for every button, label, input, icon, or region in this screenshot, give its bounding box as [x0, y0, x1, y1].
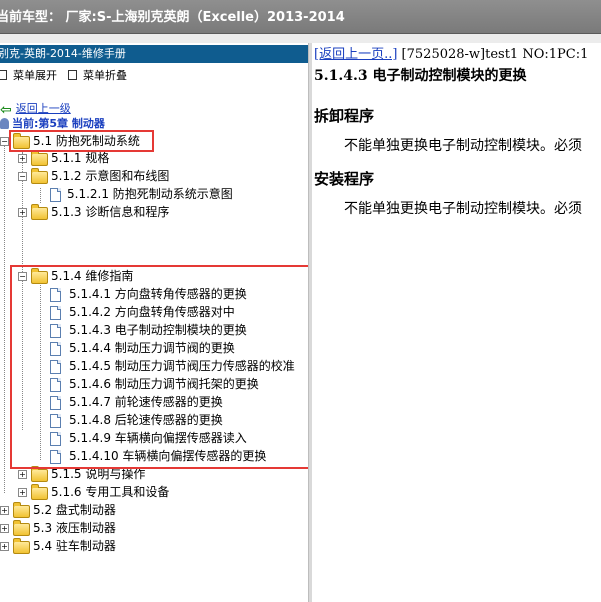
left-pane: 别克-英朗-2014-维修手册 菜单展开 菜单折叠 ⇦ 返回上一级 当前:第5章 … [0, 43, 308, 602]
collapse-label: 菜单折叠 [83, 69, 127, 82]
book-title-bar: 别克-英朗-2014-维修手册 [0, 45, 308, 63]
tree-label: 5.2 盘式制动器 [33, 503, 116, 517]
folder-icon [13, 502, 30, 518]
folder-icon [31, 466, 48, 482]
current-chapter: 当前:第5章 制动器 [0, 115, 105, 131]
back-page-link[interactable]: [返回上一页..] [314, 47, 397, 62]
document-info: [7525028-w]test1 NO:1PC:1 [397, 47, 589, 62]
highlight-box-5-1 [9, 130, 154, 152]
section-heading-removal: 拆卸程序 [314, 107, 375, 125]
content-pane: [返回上一页..] [7525028-w]test1 NO:1PC:1 5.1.… [312, 43, 601, 602]
content-nav: [返回上一页..] [7525028-w]test1 NO:1PC:1 [314, 43, 588, 62]
folder-icon [31, 150, 48, 166]
book-title: 别克-英朗-2014-维修手册 [0, 47, 126, 60]
removal-text: 不能单独更换电子制动控制模块。必须 [344, 138, 582, 154]
expand-icon [0, 70, 7, 80]
highlight-box-5-1-4 [10, 265, 308, 469]
expand-menu-button[interactable]: 菜单展开 [0, 67, 57, 83]
tree-label: 5.4 驻车制动器 [33, 539, 116, 553]
current-chapter-label: 当前:第5章 制动器 [12, 117, 105, 130]
document-icon [50, 188, 61, 202]
window-title: 当前车型： 厂家:S-上海别克英朗（Excelle）2013-2014 [0, 10, 345, 25]
title-bar: 当前车型： 厂家:S-上海别克英朗（Excelle）2013-2014 [0, 0, 601, 34]
tree-label: 5.1.2.1 防抱死制动系统示意图 [67, 187, 233, 201]
collapse-icon [68, 70, 77, 80]
install-text: 不能单独更换电子制动控制模块。必须 [344, 201, 582, 217]
expand-label: 菜单展开 [13, 69, 57, 82]
section-heading-install: 安装程序 [314, 170, 375, 188]
toolbar-gap [0, 34, 601, 43]
folder-icon [13, 538, 30, 554]
tree-label: 5.1.6 专用工具和设备 [51, 485, 170, 499]
folder-open-icon [31, 168, 48, 184]
folder-icon [13, 520, 30, 536]
tree-label: 5.3 液压制动器 [33, 521, 116, 535]
collapse-menu-button[interactable]: 菜单折叠 [68, 67, 127, 83]
folder-icon [31, 484, 48, 500]
person-icon [0, 118, 9, 129]
tree-label: 5.1.2 示意图和布线图 [51, 169, 170, 183]
document-title: 5.1.4.3 电子制动控制模块的更换 [314, 68, 527, 84]
back-link-label: 返回上一级 [15, 102, 71, 115]
tree-label: 5.1.3 诊断信息和程序 [51, 205, 170, 219]
folder-icon [31, 204, 48, 220]
